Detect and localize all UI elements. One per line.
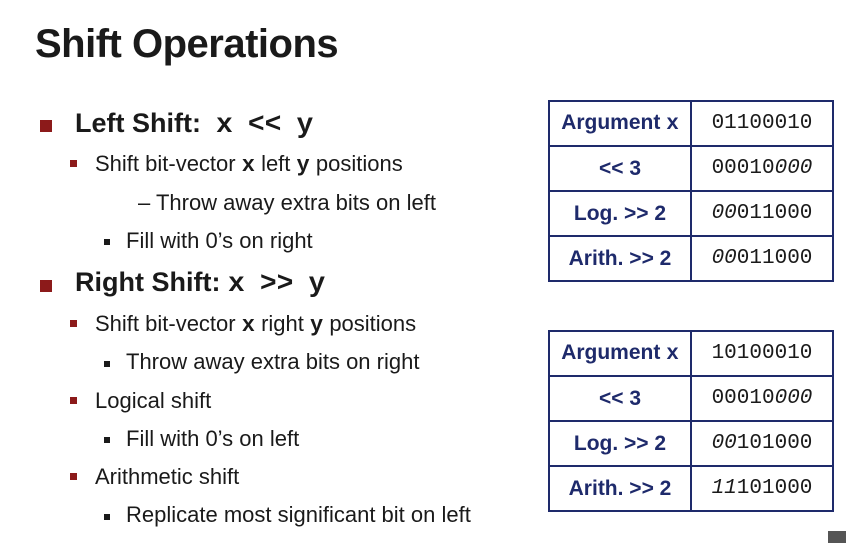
left-shift-sub2: Fill with 0’s on right <box>126 228 313 253</box>
bullet-square-icon <box>104 361 110 367</box>
row-label: Argument x <box>548 100 692 147</box>
bullet-square-icon <box>104 514 110 520</box>
text-fragment: positions <box>315 151 403 176</box>
bullet-square-icon <box>40 120 52 132</box>
table-row: Log. >> 2 00011000 <box>548 190 834 237</box>
page-title: Shift Operations <box>35 22 339 66</box>
table-row: Argument x 01100010 <box>548 100 834 147</box>
shift-table-2: Argument x 10100010 << 3 00010000 Log. >… <box>548 330 834 512</box>
row-value: 11101000 <box>690 465 834 512</box>
corner-handle <box>828 531 846 543</box>
table-row: << 3 00010000 <box>548 375 834 422</box>
row-label: Arith. >> 2 <box>548 465 692 512</box>
left-shift-expr-y: y <box>296 110 314 141</box>
right-shift-sub1-detail: Throw away extra bits on right <box>126 349 420 374</box>
right-shift-sub1: Shift bit-vector x right y positions <box>95 311 416 338</box>
left-shift-heading: Left Shift: <box>75 108 201 138</box>
table-row: Log. >> 2 00101000 <box>548 420 834 467</box>
left-shift-expr-x: x <box>216 110 233 141</box>
row-label: Log. >> 2 <box>548 420 692 467</box>
right-shift-heading: Right Shift: <box>75 267 221 297</box>
table-row: Arith. >> 2 00011000 <box>548 235 834 282</box>
row-value: 00011000 <box>690 190 834 237</box>
code-x: x <box>241 313 255 338</box>
bullet-square-icon <box>70 320 77 327</box>
table-row: << 3 00010000 <box>548 145 834 192</box>
bullet-square-icon <box>40 280 52 292</box>
right-shift-heading-line: Right Shift: x >> y <box>75 267 325 300</box>
text-fragment: Shift bit-vector <box>95 311 236 336</box>
row-label: Log. >> 2 <box>548 190 692 237</box>
row-label: Arith. >> 2 <box>548 235 692 282</box>
logical-shift-detail: Fill with 0’s on left <box>126 426 300 451</box>
table-row: Arith. >> 2 11101000 <box>548 465 834 512</box>
bullet-square-icon <box>104 239 110 245</box>
left-shift-expr-op: << <box>247 110 282 141</box>
row-label: Argument x <box>548 330 692 377</box>
right-shift-expr-x: x <box>227 269 245 300</box>
row-value: 10100010 <box>690 330 834 377</box>
code-x: x <box>241 153 255 178</box>
arithmetic-shift-label: Arithmetic shift <box>95 464 240 489</box>
table-row: Argument x 10100010 <box>548 330 834 377</box>
code-y: y <box>296 153 310 178</box>
row-label: << 3 <box>548 145 692 192</box>
text-fragment: Shift bit-vector <box>95 151 236 176</box>
right-shift-expr-op: >> <box>259 269 294 300</box>
right-shift-expr-y: y <box>308 269 326 300</box>
bullet-square-icon <box>70 473 77 480</box>
logical-shift-label: Logical shift <box>95 388 212 413</box>
row-value: 01100010 <box>690 100 834 147</box>
row-value: 00010000 <box>690 375 834 422</box>
text-fragment: positions <box>329 311 417 336</box>
left-shift-dash-item: – Throw away extra bits on left <box>138 190 436 215</box>
left-shift-heading-line: Left Shift: x << y <box>75 108 313 141</box>
row-label: << 3 <box>548 375 692 422</box>
arithmetic-shift-detail: Replicate most significant bit on left <box>126 502 471 527</box>
shift-table-1: Argument x 01100010 << 3 00010000 Log. >… <box>548 100 834 282</box>
bullet-square-icon <box>104 437 110 443</box>
bullet-square-icon <box>70 397 77 404</box>
text-fragment: right <box>261 311 304 336</box>
left-shift-sub1: Shift bit-vector x left y positions <box>95 151 403 178</box>
row-value: 00101000 <box>690 420 834 467</box>
row-value: 00011000 <box>690 235 834 282</box>
row-value: 00010000 <box>690 145 834 192</box>
code-y: y <box>309 313 324 338</box>
bullet-square-icon <box>70 160 77 167</box>
text-fragment: left <box>261 151 291 176</box>
